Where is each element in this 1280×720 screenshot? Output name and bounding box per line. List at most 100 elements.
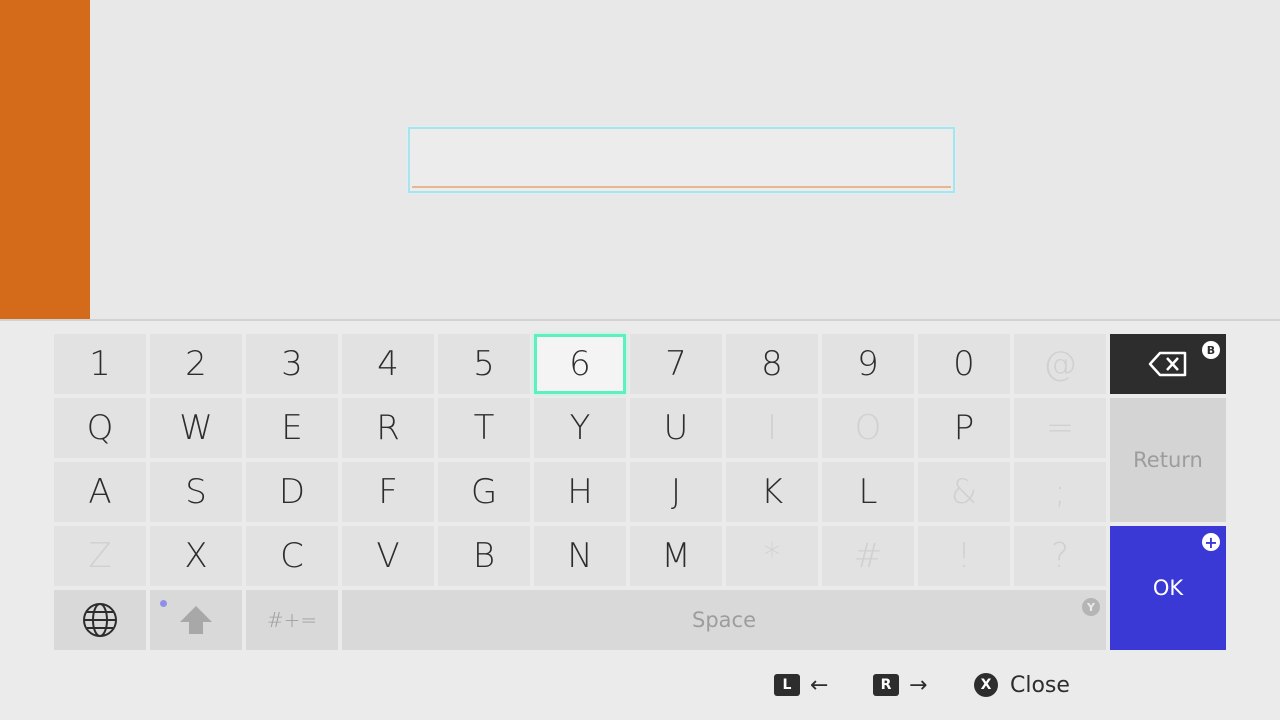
key-1-10[interactable]: = — [1014, 398, 1106, 458]
key-2-8[interactable]: L — [822, 462, 914, 522]
key-label: * — [763, 536, 781, 576]
key-label: ? — [1050, 536, 1070, 576]
key-1-0[interactable]: Q — [54, 398, 146, 458]
cursor-left-hint[interactable]: L ← — [774, 670, 828, 700]
key-label: 1 — [89, 344, 111, 384]
key-label: 6 — [569, 344, 591, 384]
key-3-5[interactable]: N — [534, 526, 626, 586]
shift-arrow-icon — [180, 606, 212, 634]
right-arrow-icon: → — [909, 672, 928, 698]
key-2-0[interactable]: A — [54, 462, 146, 522]
key-label: F — [378, 472, 398, 512]
key-label: K — [760, 472, 784, 512]
y-button-badge: Y — [1082, 598, 1100, 616]
top-area — [0, 0, 1280, 320]
space-key[interactable]: Space Y — [342, 590, 1106, 650]
key-label: 4 — [377, 344, 399, 384]
key-3-9[interactable]: ! — [918, 526, 1010, 586]
left-arrow-icon: ← — [810, 672, 829, 698]
key-label: C — [280, 536, 304, 576]
key-label: R — [376, 408, 400, 448]
key-label: ; — [1054, 472, 1066, 512]
backspace-icon — [1148, 351, 1187, 377]
key-1-8[interactable]: O — [822, 398, 914, 458]
b-button-badge: B — [1202, 341, 1220, 359]
close-label: Close — [1010, 672, 1070, 698]
key-1-6[interactable]: U — [630, 398, 722, 458]
key-0-4[interactable]: 5 — [438, 334, 530, 394]
key-label: Q — [86, 408, 114, 448]
key-2-7[interactable]: K — [726, 462, 818, 522]
key-0-1[interactable]: 2 — [150, 334, 242, 394]
key-2-9[interactable]: & — [918, 462, 1010, 522]
key-0-3[interactable]: 4 — [342, 334, 434, 394]
key-3-3[interactable]: V — [342, 526, 434, 586]
key-2-1[interactable]: S — [150, 462, 242, 522]
ok-button[interactable]: OK + — [1110, 526, 1226, 650]
key-0-7[interactable]: 8 — [726, 334, 818, 394]
key-label: = — [1045, 408, 1075, 448]
key-3-4[interactable]: B — [438, 526, 530, 586]
r-button-icon: R — [873, 674, 899, 696]
key-0-8[interactable]: 9 — [822, 334, 914, 394]
key-0-6[interactable]: 7 — [630, 334, 722, 394]
globe-icon — [83, 603, 117, 637]
return-key-label: Return — [1133, 448, 1203, 472]
key-1-4[interactable]: T — [438, 398, 530, 458]
key-label: X — [184, 536, 208, 576]
text-input-underline — [412, 186, 951, 188]
key-0-0[interactable]: 1 — [54, 334, 146, 394]
key-3-0[interactable]: Z — [54, 526, 146, 586]
key-label: M — [661, 536, 691, 576]
key-label: I — [766, 408, 778, 448]
key-label: L — [858, 472, 878, 512]
key-label: @ — [1043, 344, 1077, 384]
key-label: 9 — [857, 344, 879, 384]
key-1-7[interactable]: I — [726, 398, 818, 458]
key-2-6[interactable]: J — [630, 462, 722, 522]
key-label: 8 — [761, 344, 783, 384]
key-1-9[interactable]: P — [918, 398, 1010, 458]
key-0-9[interactable]: 0 — [918, 334, 1010, 394]
key-label: ! — [957, 536, 971, 576]
key-2-4[interactable]: G — [438, 462, 530, 522]
x-button-icon: X — [974, 673, 998, 697]
key-2-3[interactable]: F — [342, 462, 434, 522]
key-label: E — [281, 408, 303, 448]
key-3-1[interactable]: X — [150, 526, 242, 586]
text-input-field[interactable] — [408, 127, 955, 193]
key-1-2[interactable]: E — [246, 398, 338, 458]
key-label: U — [663, 408, 689, 448]
key-label: Z — [88, 536, 112, 576]
language-key[interactable] — [54, 590, 146, 650]
key-label: J — [670, 472, 682, 512]
accent-side-panel — [0, 0, 90, 320]
key-2-2[interactable]: D — [246, 462, 338, 522]
key-3-6[interactable]: M — [630, 526, 722, 586]
key-2-5[interactable]: H — [534, 462, 626, 522]
symbols-key[interactable]: #+= — [246, 590, 338, 650]
key-label: D — [278, 472, 306, 512]
key-3-7[interactable]: * — [726, 526, 818, 586]
key-3-10[interactable]: ? — [1014, 526, 1106, 586]
symbols-key-label: #+= — [266, 608, 318, 632]
key-label: & — [950, 472, 978, 512]
key-0-10[interactable]: @ — [1014, 334, 1106, 394]
key-0-2[interactable]: 3 — [246, 334, 338, 394]
key-0-5[interactable]: 6 — [534, 334, 626, 394]
key-1-1[interactable]: W — [150, 398, 242, 458]
shift-key[interactable] — [150, 590, 242, 650]
key-1-3[interactable]: R — [342, 398, 434, 458]
key-3-8[interactable]: # — [822, 526, 914, 586]
key-1-5[interactable]: Y — [534, 398, 626, 458]
key-2-10[interactable]: ; — [1014, 462, 1106, 522]
key-label: 0 — [953, 344, 975, 384]
key-3-2[interactable]: C — [246, 526, 338, 586]
return-key[interactable]: Return — [1110, 398, 1226, 522]
backspace-key[interactable]: B — [1110, 334, 1226, 394]
key-label: N — [567, 536, 593, 576]
key-label: 2 — [185, 344, 207, 384]
cursor-right-hint[interactable]: R → — [873, 670, 927, 700]
key-label: T — [473, 408, 495, 448]
close-hint[interactable]: X Close — [974, 670, 1070, 700]
